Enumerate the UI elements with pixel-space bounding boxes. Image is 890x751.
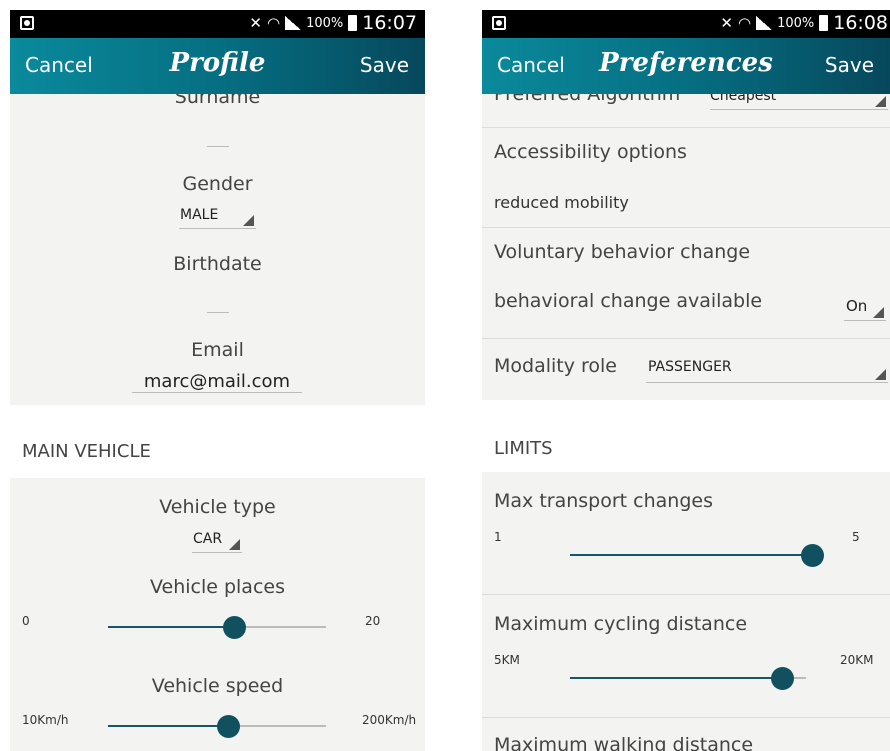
signal-icon <box>285 16 302 30</box>
preferences-panel: Preferred Algorithm Cheapest Accessibili… <box>482 94 890 400</box>
voluntary-behavior-label: Voluntary behavior change <box>494 241 751 263</box>
divider <box>482 717 890 718</box>
places-max: 20 <box>365 614 381 628</box>
cycling-slider-handle[interactable] <box>771 667 795 690</box>
vehicle-type-value: CAR <box>193 531 223 547</box>
cycling-distance-label: Maximum cycling distance <box>494 613 748 635</box>
cycling-min: 5KM <box>494 653 520 667</box>
dropdown-triangle-icon <box>875 96 886 107</box>
places-min: 0 <box>22 614 30 628</box>
cycling-max: 20KM <box>840 653 874 667</box>
preferred-algorithm-dropdown[interactable]: Cheapest <box>710 94 888 110</box>
app-bar: Cancel Profile Save <box>10 38 425 94</box>
places-slider-fill <box>108 626 235 628</box>
transport-slider-handle[interactable] <box>801 544 824 567</box>
speed-slider[interactable] <box>108 715 326 738</box>
personal-info-panel: Surname Gender MALE Birthdate Email marc… <box>10 94 425 405</box>
accessibility-label: Accessibility options <box>494 141 687 163</box>
notification-icon <box>492 16 506 30</box>
save-button[interactable]: Save <box>360 53 409 77</box>
max-transport-label: Max transport changes <box>494 490 713 512</box>
cycling-slider[interactable] <box>570 667 806 690</box>
birthdate-field[interactable] <box>206 312 229 313</box>
status-bar: ✕ ◠ 100% 16:07 <box>10 10 425 38</box>
clock: 16:07 <box>362 12 417 34</box>
gender-label: Gender <box>182 173 253 195</box>
profile-screen: ✕ ◠ 100% 16:07 Cancel Profile Save Surna… <box>10 10 425 751</box>
main-vehicle-header: MAIN VEHICLE <box>22 441 151 462</box>
surname-field[interactable] <box>206 146 229 147</box>
email-label: Email <box>191 339 244 361</box>
surname-label: Surname <box>174 94 261 108</box>
accessibility-value[interactable]: reduced mobility <box>494 193 629 212</box>
battery-percent: 100% <box>777 15 815 31</box>
battery-percent: 100% <box>306 15 344 31</box>
limits-header: LIMITS <box>494 438 553 459</box>
vehicle-type-dropdown[interactable]: CAR <box>192 531 242 553</box>
limits-panel: Max transport changes 1 5 Maximum cyclin… <box>482 472 890 751</box>
email-field[interactable]: marc@mail.com <box>132 371 302 393</box>
walking-distance-label: Maximum walking distance <box>494 734 754 751</box>
behavioral-change-label: behavioral change available <box>494 290 763 312</box>
battery-icon <box>819 15 829 31</box>
transport-min: 1 <box>494 530 502 544</box>
modality-role-label: Modality role <box>494 355 617 377</box>
dropdown-triangle-icon <box>873 307 884 318</box>
dropdown-triangle-icon <box>243 215 254 226</box>
dropdown-triangle-icon <box>229 539 240 550</box>
wifi-icon: ◠ <box>737 14 752 32</box>
save-button[interactable]: Save <box>825 53 874 77</box>
preferred-algorithm-label: Preferred Algorithm <box>494 94 681 105</box>
vehicle-places-label: Vehicle places <box>149 576 285 598</box>
gender-value: MALE <box>180 207 219 223</box>
birthdate-label: Birthdate <box>173 253 262 275</box>
speed-slider-fill <box>108 725 228 727</box>
divider <box>482 127 890 128</box>
speed-min: 10Km/h <box>22 713 69 727</box>
signal-icon <box>756 16 773 30</box>
status-bar: ✕ ◠ 100% 16:08 <box>482 10 890 38</box>
places-slider[interactable] <box>108 616 326 639</box>
behavioral-change-dropdown[interactable]: On <box>844 297 886 321</box>
behavioral-change-value: On <box>846 297 868 315</box>
gender-dropdown[interactable]: MALE <box>179 207 256 229</box>
transport-slider-fill <box>570 554 812 556</box>
wifi-icon: ◠ <box>266 14 281 32</box>
vehicle-type-label: Vehicle type <box>159 496 276 518</box>
clock: 16:08 <box>833 12 888 34</box>
vehicle-speed-label: Vehicle speed <box>151 675 284 697</box>
preferences-screen: ✕ ◠ 100% 16:08 Cancel Preferences Save P… <box>482 10 890 751</box>
transport-slider[interactable] <box>570 544 824 567</box>
dropdown-triangle-icon <box>875 369 886 380</box>
modality-role-dropdown[interactable]: PASSENGER <box>646 359 888 383</box>
modality-role-value: PASSENGER <box>648 359 732 375</box>
main-vehicle-panel: Vehicle type CAR Vehicle places 0 20 Veh… <box>10 478 425 751</box>
divider <box>482 594 890 595</box>
transport-max: 5 <box>852 530 860 544</box>
notification-icon <box>20 16 34 30</box>
divider <box>482 338 890 339</box>
speed-max: 200Km/h <box>362 713 417 727</box>
battery-icon <box>348 15 358 31</box>
places-slider-handle[interactable] <box>223 616 247 639</box>
cycling-slider-fill <box>570 677 783 679</box>
divider <box>482 227 890 228</box>
speed-slider-handle[interactable] <box>216 715 240 738</box>
app-bar: Cancel Preferences Save <box>482 38 890 94</box>
mute-icon: ✕ <box>249 14 262 32</box>
mute-icon: ✕ <box>720 14 733 32</box>
preferred-algorithm-value: Cheapest <box>710 94 777 104</box>
